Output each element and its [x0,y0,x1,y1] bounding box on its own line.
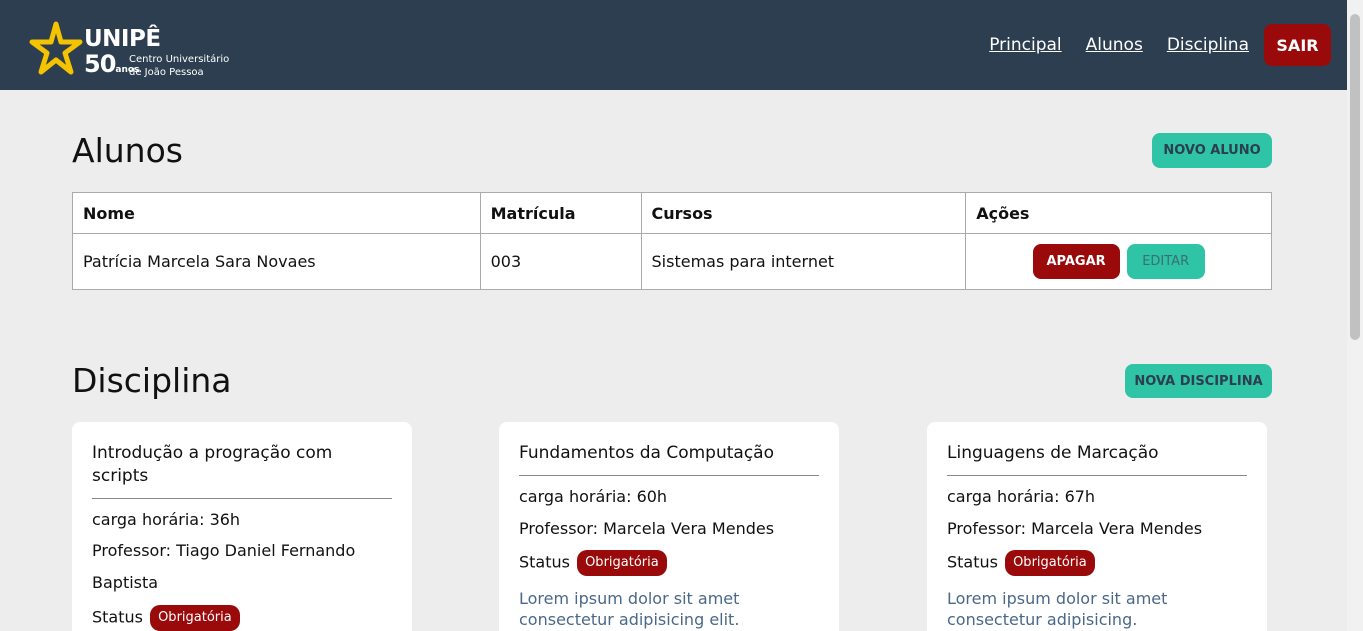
status-badge: Obrigatória [150,605,240,631]
students-table: Nome Matrícula Cursos Ações Patrícia Mar… [72,192,1272,290]
discipline-card[interactable]: Introdução a progração com scripts carga… [72,422,412,631]
column-header-nome: Nome [72,192,481,234]
discipline-status: Status Obrigatória [92,605,392,631]
discipline-professor: Professor: Marcela Vera Mendes [519,519,775,538]
discipline-description: Lorem ipsum dolor sit amet consectetur a… [519,589,740,629]
column-header-cursos: Cursos [640,192,967,234]
nav-link-alunos[interactable]: Alunos [1086,35,1143,55]
discipline-status: Status Obrigatória [519,550,819,576]
discipline-professor: Professor: Tiago Daniel Fernando Baptist… [92,541,356,592]
status-label: Status [92,607,143,627]
new-student-button[interactable]: NOVO ALUNO [1152,133,1272,168]
student-actions: APAGAR EDITAR [965,233,1272,290]
student-matricula: 003 [479,233,642,290]
student-course: Sistemas para internet [640,233,967,290]
status-label: Status [947,552,998,572]
discipline-description: Lorem ipsum dolor sit amet consectetur a… [947,589,1168,629]
table-header-row: Nome Matrícula Cursos Ações [72,192,1272,234]
column-header-matricula: Matrícula [479,192,642,234]
discipline-title: Fundamentos da Computação [519,442,819,476]
discipline-title: Introdução a progração com scripts [92,442,392,499]
student-name: Patrícia Marcela Sara Novaes [72,233,481,290]
brand-subtitle: Centro Universitário de João Pessoa [129,54,230,78]
nav-link-disciplina[interactable]: Disciplina [1167,35,1249,55]
column-header-acoes: Ações [965,192,1272,234]
delete-student-button[interactable]: APAGAR [1032,244,1120,279]
status-label: Status [519,552,570,572]
disciplina-title: Disciplina [72,361,232,400]
nav-link-principal[interactable]: Principal [989,35,1061,55]
vertical-scrollbar[interactable] [1347,0,1363,631]
discipline-workload: carga horária: 60h [519,487,668,506]
discipline-workload: carga horária: 36h [92,510,241,529]
discipline-professor: Professor: Marcela Vera Mendes [947,519,1203,538]
table-row: Patrícia Marcela Sara Novaes 003 Sistema… [72,233,1272,290]
unipe-logo[interactable]: UNIPÊ 50anos Centro Universitário de Joã… [28,18,238,82]
status-badge: Obrigatória [577,550,667,576]
discipline-status: Status Obrigatória [947,550,1247,576]
discipline-title: Linguagens de Marcação [947,442,1247,476]
brand-name: UNIPÊ [84,26,161,52]
discipline-card[interactable]: Linguagens de Marcação carga horária: 67… [927,422,1267,631]
status-badge: Obrigatória [1005,550,1095,576]
logout-button[interactable]: SAIR [1264,24,1331,66]
discipline-workload: carga horária: 67h [947,487,1096,506]
edit-student-button[interactable]: EDITAR [1126,244,1205,279]
alunos-title: Alunos [72,131,183,170]
main-nav: Principal Alunos Disciplina SAIR [965,0,1331,90]
scrollbar-thumb[interactable] [1350,14,1360,340]
star-icon [29,21,83,75]
new-discipline-button[interactable]: NOVA DISCIPLINA [1125,364,1272,398]
top-navbar: UNIPÊ 50anos Centro Universitário de Joã… [0,0,1347,90]
discipline-card[interactable]: Fundamentos da Computação carga horária:… [499,422,839,631]
